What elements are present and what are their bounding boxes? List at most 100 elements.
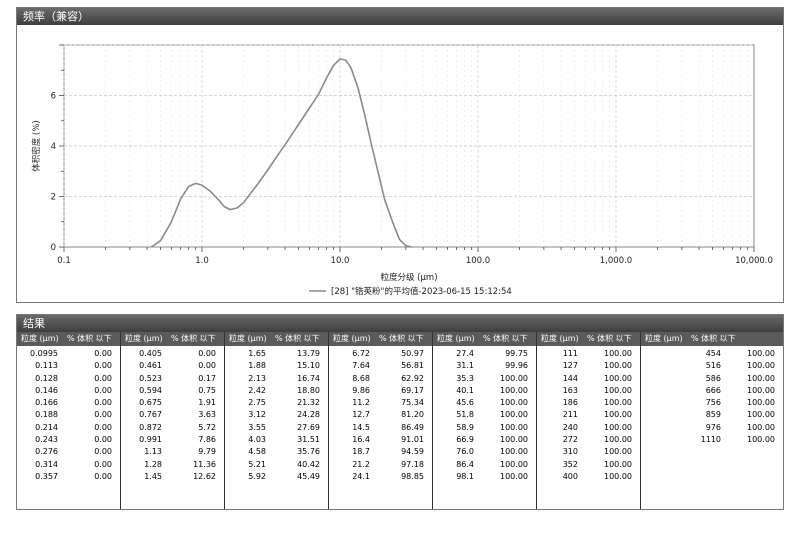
volume-cell: 0.00 [94, 435, 112, 445]
size-cell: 5.21 [248, 459, 266, 469]
size-cell: 27.4 [456, 349, 474, 358]
table-row: 310 100.00 [537, 446, 640, 458]
table-row: 1.13 9.79 [121, 446, 224, 458]
table-row: 144 100.00 [537, 373, 640, 385]
table-row: 516 100.00 [641, 360, 783, 372]
size-cell: 666 [705, 385, 721, 395]
table-row: 0.0995 0.00 [17, 348, 120, 360]
table-row: 127 100.00 [537, 360, 640, 372]
table-row: 186 100.00 [537, 397, 640, 409]
size-cell: 31.1 [456, 361, 474, 371]
table-row: 400 100.00 [537, 471, 640, 483]
volume-cell: 18.80 [297, 385, 320, 395]
size-cell: 21.2 [352, 459, 370, 469]
table-row: 0.594 0.75 [121, 385, 224, 397]
volume-cell: 21.32 [297, 398, 320, 408]
table-row: 35.3 100.00 [433, 373, 536, 385]
size-cell: 0.405 [139, 349, 162, 358]
size-cell: 2.42 [248, 385, 266, 395]
volume-cell: 13.79 [297, 349, 320, 358]
size-cell: 51.8 [456, 410, 474, 420]
table-row: 0.314 0.00 [17, 459, 120, 471]
size-cell: 0.188 [35, 410, 58, 420]
volume-header: % 体积 以下 [171, 334, 216, 343]
y-tick-label: 6 [51, 92, 56, 102]
size-cell: 0.872 [139, 422, 162, 432]
volume-cell: 98.85 [401, 471, 424, 481]
volume-cell: 0.00 [94, 447, 112, 457]
size-cell: 3.55 [248, 422, 266, 432]
volume-cell: 100.00 [747, 398, 775, 408]
volume-cell: 0.00 [94, 422, 112, 432]
table-row: 18.7 94.59 [329, 446, 432, 458]
table-row: 0.276 0.00 [17, 446, 120, 458]
size-cell: 8.68 [352, 373, 370, 383]
size-cell: 12.7 [352, 410, 370, 420]
size-cell: 272 [562, 435, 578, 445]
table-row: 3.12 24.28 [225, 409, 328, 421]
table-row: 0.128 0.00 [17, 373, 120, 385]
results-column-header: 粒度 (μm) % 体积 以下 [121, 332, 224, 346]
size-cell: 0.0995 [30, 349, 58, 358]
table-row: 0.405 0.00 [121, 348, 224, 360]
size-cell: 352 [562, 459, 578, 469]
volume-cell: 100.00 [604, 373, 632, 383]
volume-cell: 91.01 [401, 435, 424, 445]
volume-cell: 100.00 [747, 422, 775, 432]
table-row: 0.523 0.17 [121, 373, 224, 385]
size-header: 粒度 (μm) [21, 334, 59, 343]
x-axis-label: 粒度分级 (μm) [380, 272, 437, 283]
volume-cell: 100.00 [604, 422, 632, 432]
volume-cell: 50.97 [401, 349, 424, 358]
volume-header: % 体积 以下 [67, 334, 112, 343]
table-row: 14.5 86.49 [329, 422, 432, 434]
volume-cell: 75.34 [401, 398, 424, 408]
volume-cell: 100.00 [500, 435, 528, 445]
volume-cell: 0.00 [94, 349, 112, 358]
results-column: 粒度 (μm) % 体积 以下 1.65 13.79 1.88 15.10 2.13 16.7… [225, 332, 329, 509]
volume-cell: 100.00 [747, 385, 775, 395]
table-row: 8.68 62.92 [329, 373, 432, 385]
volume-cell: 16.74 [297, 373, 320, 383]
size-cell: 9.86 [352, 385, 370, 395]
y-axis-label: 体积密度 (%) [31, 120, 42, 171]
size-cell: 2.75 [248, 398, 266, 408]
size-cell: 1.65 [248, 349, 266, 358]
size-cell: 127 [562, 361, 578, 371]
size-cell: 1.88 [248, 361, 266, 371]
size-cell: 0.357 [35, 471, 58, 481]
table-row: 11.2 75.34 [329, 397, 432, 409]
x-tick-label: 1.0 [195, 256, 209, 266]
table-row: 2.75 21.32 [225, 397, 328, 409]
table-row: 1.65 13.79 [225, 348, 328, 360]
size-cell: 516 [705, 361, 721, 371]
table-row: 86.4 100.00 [433, 459, 536, 471]
table-row: 24.1 98.85 [329, 471, 432, 483]
size-cell: 2.13 [248, 373, 266, 383]
table-row: 756 100.00 [641, 397, 783, 409]
size-cell: 3.12 [248, 410, 266, 420]
volume-cell: 100.00 [500, 459, 528, 469]
size-cell: 0.113 [35, 361, 58, 371]
size-cell: 45.6 [456, 398, 474, 408]
table-row: 1.45 12.62 [121, 471, 224, 483]
size-header: 粒度 (μm) [541, 334, 579, 343]
results-column-header: 粒度 (μm) % 体积 以下 [329, 332, 432, 346]
table-row: 0.113 0.00 [17, 360, 120, 372]
table-row: 0.146 0.00 [17, 385, 120, 397]
volume-cell: 3.63 [198, 410, 216, 420]
table-row: 1110 100.00 [641, 434, 783, 446]
size-cell: 454 [705, 349, 721, 358]
volume-cell: 5.72 [198, 422, 216, 432]
volume-cell: 24.28 [297, 410, 320, 420]
results-column-header: 粒度 (μm) % 体积 以下 [17, 332, 120, 346]
volume-cell: 97.18 [401, 459, 424, 469]
size-cell: 1.45 [144, 471, 162, 481]
table-row: 5.21 40.42 [225, 459, 328, 471]
table-row: 76.0 100.00 [433, 446, 536, 458]
size-cell: 24.1 [352, 471, 370, 481]
volume-cell: 45.49 [297, 471, 320, 481]
table-row: 3.55 27.69 [225, 422, 328, 434]
volume-header: % 体积 以下 [691, 334, 736, 343]
table-row: 0.357 0.00 [17, 471, 120, 483]
